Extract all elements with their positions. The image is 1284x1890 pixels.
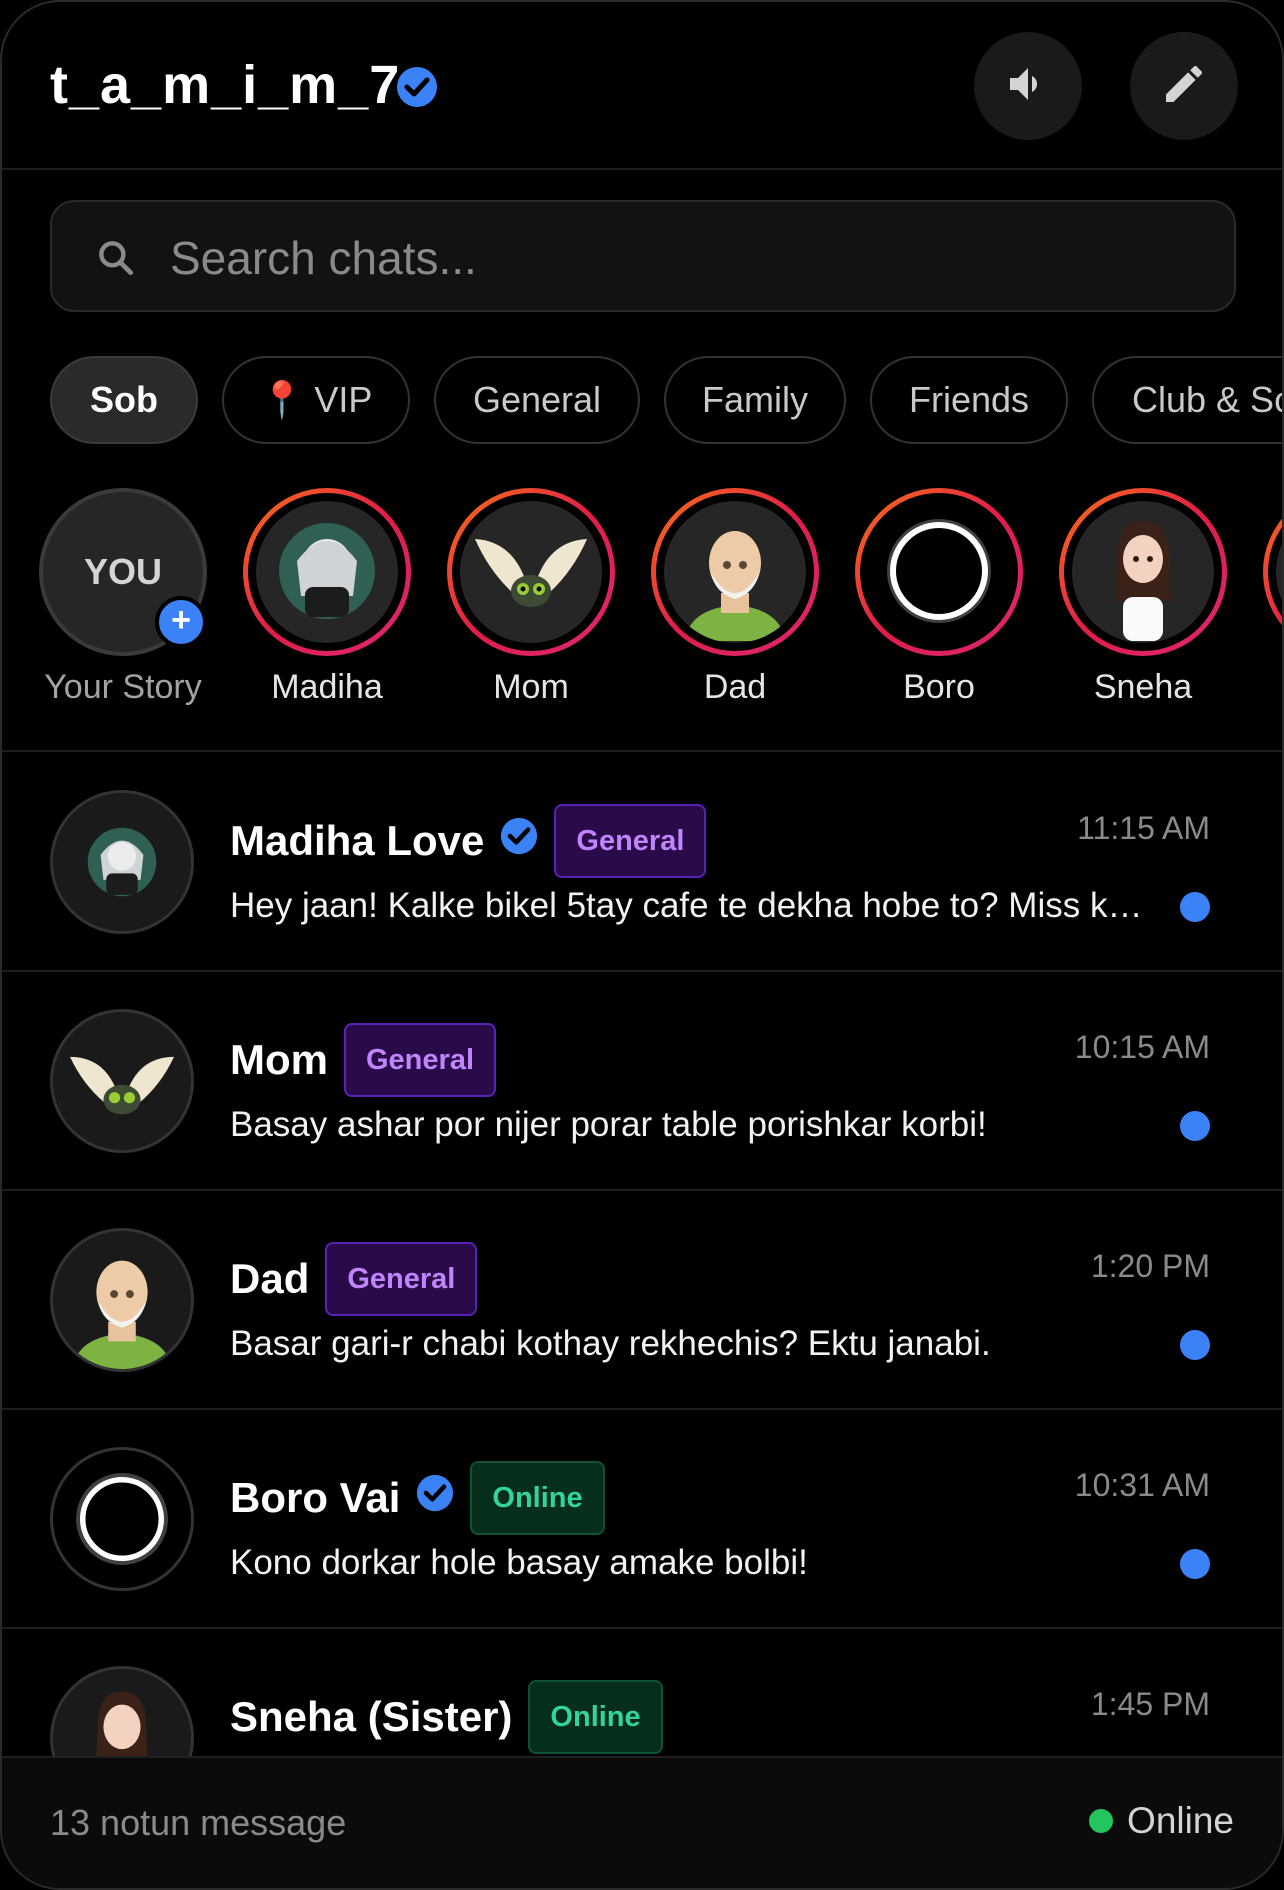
- chat-name-row: Dad General: [230, 1242, 478, 1316]
- story-label: Sneha: [1093, 668, 1193, 706]
- contact-name: Mom: [230, 1036, 328, 1083]
- story-dad[interactable]: Dad: [650, 488, 820, 707]
- chat-name-row: Mom General: [230, 1023, 496, 1097]
- bro-ring-avatar: [50, 1447, 194, 1591]
- chat-time: 10:31 AM: [1074, 1467, 1210, 1503]
- unread-count: 13 notun message: [50, 1802, 347, 1843]
- add-story-icon[interactable]: +: [155, 596, 207, 648]
- filter-chip-vip[interactable]: 📍 VIP: [222, 356, 410, 444]
- story-boro[interactable]: Boro: [854, 488, 1024, 707]
- story-ring: [1263, 488, 1282, 656]
- chat-app: t_a_m_i_m_7 Sob 📍 VIP General Family Fri…: [0, 0, 1284, 1890]
- compose-button[interactable]: [1130, 32, 1238, 140]
- filter-chips: Sob 📍 VIP General Family Friends Club & …: [50, 356, 1282, 446]
- status-text: Online: [1127, 1800, 1234, 1841]
- verified-icon: [416, 1474, 454, 1522]
- search-bar[interactable]: [50, 200, 1236, 312]
- story-ring: [447, 488, 615, 656]
- anime-girl-avatar: [256, 501, 398, 643]
- chat-name-row: Boro Vai Online: [230, 1461, 605, 1535]
- search-input[interactable]: [168, 222, 1212, 294]
- unread-dot: [1180, 892, 1210, 922]
- unread-dot: [1180, 1111, 1210, 1141]
- anime-girl-avatar: [50, 790, 194, 934]
- your-story-avatar-text: YOU: [83, 551, 162, 592]
- verified-icon: [500, 817, 538, 865]
- bro-ring-avatar: [868, 501, 1010, 643]
- unread-dot: [1180, 1549, 1210, 1579]
- status-tag: Online: [528, 1680, 663, 1754]
- pencil-icon: [1160, 60, 1208, 113]
- old-man-avatar: [50, 1228, 194, 1372]
- stories-row: YOU + Your Story Madiha Mom Dad Boro Sne…: [2, 488, 1282, 752]
- story-label: Your Story: [44, 668, 202, 706]
- chat-row[interactable]: Mom General 10:15 AM Basay ashar por nij…: [2, 971, 1282, 1191]
- verified-icon: [396, 66, 438, 108]
- girl-3d-avatar: [1072, 501, 1214, 643]
- story-madiha[interactable]: Madiha: [242, 488, 412, 707]
- filter-chip-family[interactable]: Family: [664, 356, 846, 444]
- chat-time: 10:15 AM: [1074, 1029, 1210, 1065]
- story-label: Dad: [703, 668, 767, 706]
- story-ring: [651, 488, 819, 656]
- chat-time: 11:15 AM: [1077, 810, 1210, 846]
- contact-name: Dad: [230, 1255, 310, 1302]
- status-footer: 13 notun message Online: [2, 1756, 1282, 1888]
- category-tag: General: [325, 1242, 478, 1316]
- chat-preview: Kono dorkar hole basay amake bolbi!: [230, 1543, 808, 1582]
- chat-preview: Basar gari-r chabi kothay rekhechis? Ekt…: [230, 1324, 991, 1363]
- chat-row[interactable]: Dad General 1:20 PM Basar gari-r chabi k…: [2, 1190, 1282, 1410]
- chat-time: 1:20 PM: [1090, 1248, 1210, 1284]
- owl-avatar: [50, 1009, 194, 1153]
- chat-preview: Basay ashar por nijer porar table porish…: [230, 1105, 987, 1144]
- filter-chip-club[interactable]: Club & So: [1092, 356, 1282, 444]
- contact-name: Boro Vai: [230, 1474, 401, 1521]
- account-title: t_a_m_i_m_7: [50, 55, 401, 115]
- chat-row[interactable]: Madiha Love General 11:15 AM Hey jaan! K…: [2, 752, 1282, 972]
- search-icon: [94, 236, 138, 285]
- chat-time: 1:45 PM: [1090, 1686, 1210, 1722]
- owl-avatar: [460, 501, 602, 643]
- unread-dot: [1180, 1330, 1210, 1360]
- story-ring: [1059, 488, 1227, 656]
- status-tag: Online: [470, 1461, 605, 1535]
- old-man-avatar: [664, 501, 806, 643]
- app-header: t_a_m_i_m_7: [2, 2, 1282, 170]
- connection-status: Online: [1089, 1800, 1234, 1842]
- story-partial[interactable]: [1262, 488, 1282, 656]
- sound-button[interactable]: [974, 32, 1082, 140]
- story-ring: [243, 488, 411, 656]
- chat-name-row: Madiha Love General: [230, 804, 707, 878]
- story-label: Madiha: [271, 668, 383, 706]
- filter-chip-sob[interactable]: Sob: [50, 356, 198, 444]
- your-story-avatar: YOU +: [39, 488, 207, 656]
- online-dot-icon: [1089, 1809, 1114, 1833]
- filter-chip-general[interactable]: General: [434, 356, 640, 444]
- category-tag: General: [344, 1023, 496, 1097]
- story-label: Mom: [493, 668, 569, 706]
- chat-row[interactable]: Boro Vai Online 10:31 AM Kono dorkar hol…: [2, 1409, 1282, 1629]
- speaker-icon: [1004, 60, 1052, 113]
- story-ring: [855, 488, 1023, 656]
- chat-name-row: Sneha (Sister) Online: [230, 1680, 663, 1754]
- story-mom[interactable]: Mom: [446, 488, 616, 707]
- filter-chip-friends[interactable]: Friends: [870, 356, 1068, 444]
- story-your-story[interactable]: YOU + Your Story: [38, 488, 208, 707]
- category-tag: General: [554, 804, 707, 878]
- story-label: Boro: [903, 668, 975, 706]
- story-sneha[interactable]: Sneha: [1058, 488, 1228, 707]
- chat-preview: Hey jaan! Kalke bikel 5tay cafe te dekha…: [230, 886, 1150, 925]
- contact-name: Madiha Love: [230, 817, 485, 864]
- contact-name: Sneha (Sister): [230, 1693, 513, 1740]
